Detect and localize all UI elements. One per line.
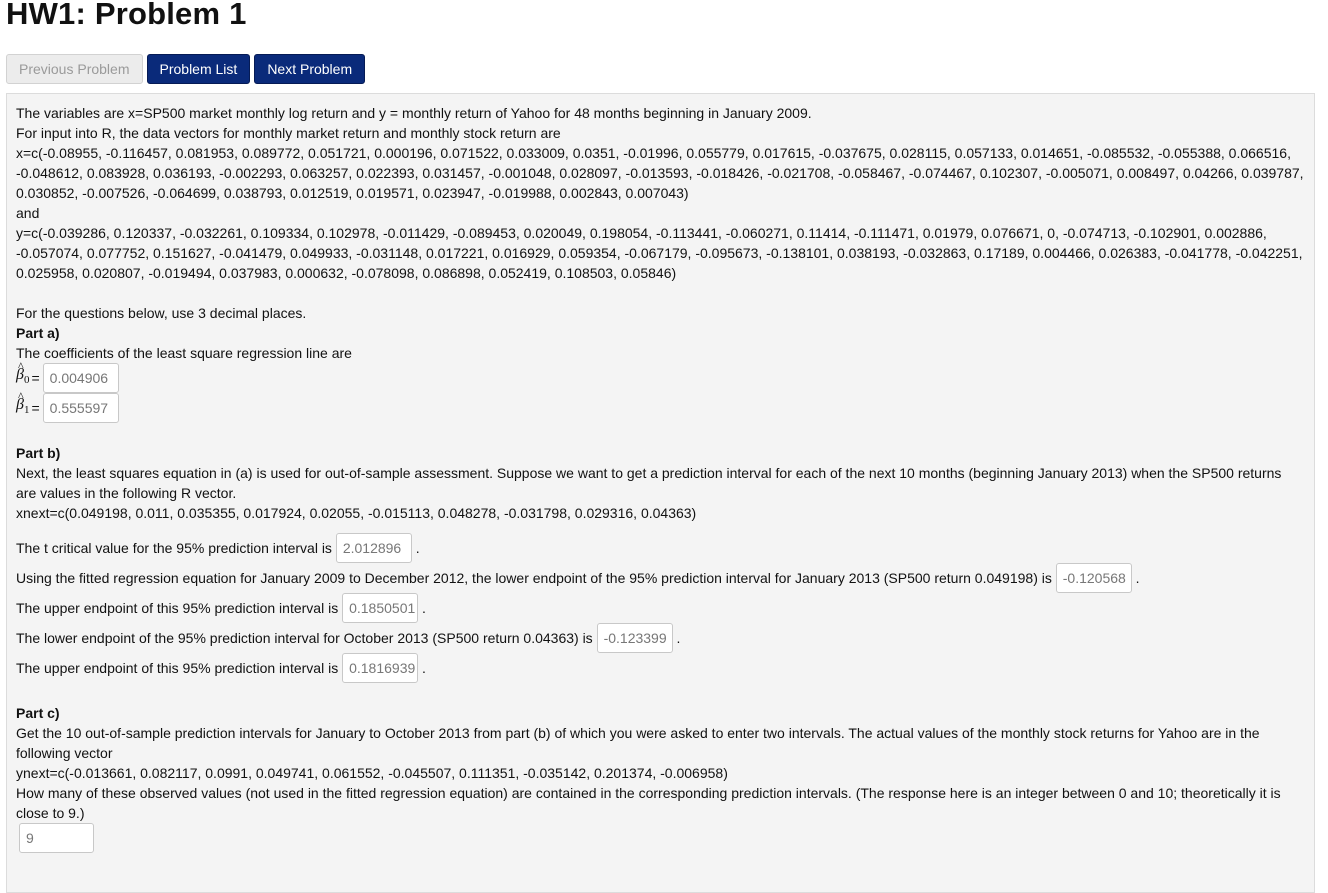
beta1-equals: = <box>31 400 40 416</box>
part-c-heading: Part c) <box>16 705 60 721</box>
t-critical-input[interactable]: 2.012896 <box>335 533 412 563</box>
upper-jan-label: The upper endpoint of this 95% predictio… <box>16 600 339 616</box>
problem-list-button[interactable]: Problem List <box>146 54 251 84</box>
upper-oct-row: The upper endpoint of this 95% predictio… <box>16 653 1305 683</box>
beta0-input[interactable]: 0.004906 <box>42 363 119 393</box>
upper-oct-label: The upper endpoint of this 95% predictio… <box>16 660 339 676</box>
t-critical-row: The t critical value for the 95% predict… <box>16 533 1305 563</box>
t-critical-period: . <box>415 540 420 556</box>
lower-jan-input[interactable]: -0.120568 <box>1055 563 1132 593</box>
lower-oct-input[interactable]: -0.123399 <box>596 623 673 653</box>
lower-jan-label: Using the fitted regression equation for… <box>16 570 1052 586</box>
part-c-text: Get the 10 out-of-sample prediction inte… <box>16 725 1260 761</box>
lower-oct-period: . <box>676 630 681 646</box>
lower-jan-row: Using the fitted regression equation for… <box>16 563 1305 593</box>
upper-jan-row: The upper endpoint of this 95% predictio… <box>16 593 1305 623</box>
t-critical-label: The t critical value for the 95% predict… <box>16 540 332 556</box>
intro-text-2: For input into R, the data vectors for m… <box>16 125 561 141</box>
part-b-text: Next, the least squares equation in (a) … <box>16 465 1282 501</box>
beta0-row: β0 = 0.004906 <box>16 356 1305 393</box>
decimals-note: For the questions below, use 3 decimal p… <box>16 305 307 321</box>
lower-jan-period: . <box>1135 570 1140 586</box>
and-text: and <box>16 205 40 221</box>
beta0-equals: = <box>31 370 40 386</box>
part-a-heading: Part a) <box>16 325 60 341</box>
page-title: HW1: Problem 1 <box>6 0 247 31</box>
beta1-symbol: β1 <box>16 386 29 420</box>
part-b-heading: Part b) <box>16 445 61 461</box>
previous-problem-button[interactable]: Previous Problem <box>6 54 143 84</box>
part-c-question: How many of these observed values (not u… <box>16 785 1281 821</box>
ynext-vector-text: ynext=c(-0.013661, 0.082117, 0.0991, 0.0… <box>16 765 728 781</box>
problem-body: The variables are x=SP500 market monthly… <box>6 93 1315 893</box>
upper-jan-period: . <box>421 600 426 616</box>
upper-jan-input[interactable]: 0.1850501 <box>342 593 419 623</box>
upper-oct-input[interactable]: 0.1816939 <box>342 653 419 683</box>
part-c-answer-input[interactable]: 9 <box>19 823 94 853</box>
intro-text-1: The variables are x=SP500 market monthly… <box>16 105 812 121</box>
beta1-row: β1 = 0.555597 <box>16 386 1305 423</box>
x-vector-text: x=c(-0.08955, -0.116457, 0.081953, 0.089… <box>16 145 1304 201</box>
upper-oct-period: . <box>421 660 426 676</box>
lower-oct-label: The lower endpoint of the 95% prediction… <box>16 630 593 646</box>
part-a-text: The coefficients of the least square reg… <box>16 345 352 361</box>
y-vector-text: y=c(-0.039286, 0.120337, -0.032261, 0.10… <box>16 225 1303 281</box>
lower-oct-row: The lower endpoint of the 95% prediction… <box>16 623 1305 653</box>
xnext-vector-text: xnext=c(0.049198, 0.011, 0.035355, 0.017… <box>16 505 697 521</box>
next-problem-button[interactable]: Next Problem <box>254 54 366 84</box>
beta1-input[interactable]: 0.555597 <box>42 393 119 423</box>
problem-nav: Previous Problem Problem List Next Probl… <box>6 54 366 84</box>
